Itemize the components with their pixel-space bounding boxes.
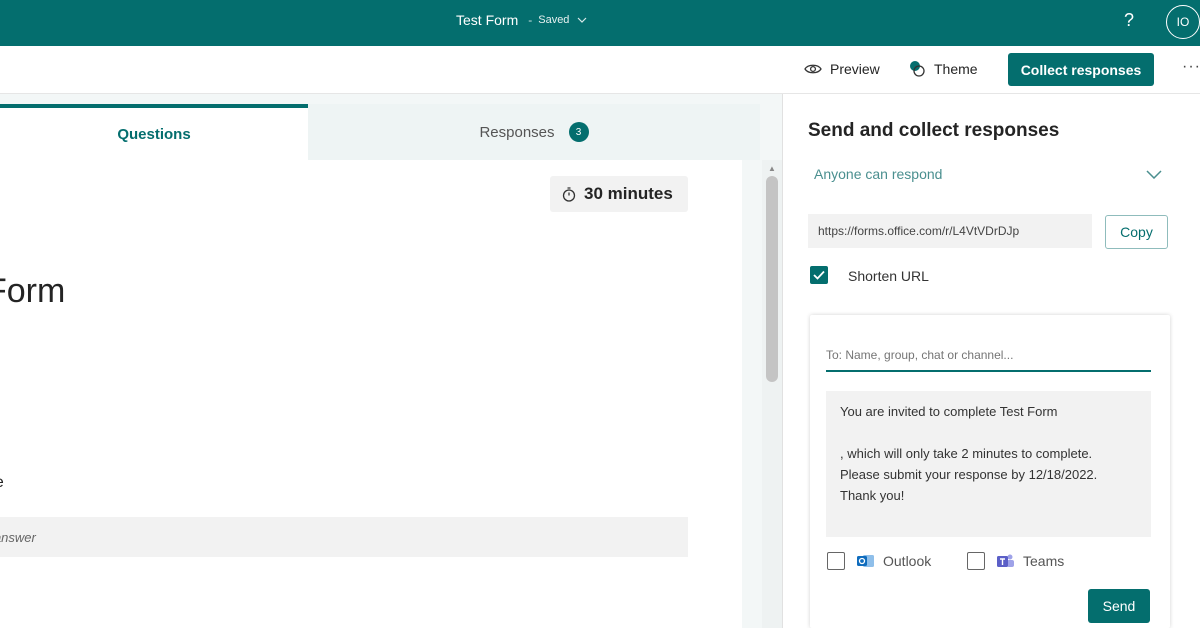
scrollbar-thumb[interactable]: [766, 176, 778, 382]
question-title: ne: [0, 474, 4, 492]
theme-button[interactable]: Theme: [908, 60, 978, 78]
message-gap: [840, 422, 1137, 443]
outlook-label: Outlook: [883, 553, 932, 569]
message-line: , which will only take 2 minutes to comp…: [840, 446, 1093, 461]
shorten-url-label: Shorten URL: [848, 268, 929, 284]
send-button[interactable]: Send: [1088, 589, 1150, 623]
copy-button[interactable]: Copy: [1105, 215, 1168, 249]
form-title-area[interactable]: Test Form - Saved: [456, 12, 587, 28]
chevron-down-icon: [1146, 169, 1162, 179]
tab-responses[interactable]: Responses 3: [308, 104, 760, 160]
audience-value: Anyone can respond: [814, 166, 943, 182]
palette-icon: [908, 60, 926, 78]
theme-label: Theme: [934, 61, 978, 77]
message-line: Thank you!: [840, 488, 905, 503]
answer-input[interactable]: [0, 517, 688, 557]
title-separator: -: [528, 13, 533, 27]
teams-option[interactable]: Teams: [967, 552, 1064, 570]
tab-questions[interactable]: Questions: [0, 104, 308, 160]
panel-title: Send and collect responses: [808, 120, 1060, 141]
answer-placeholder: r answer: [0, 530, 36, 545]
invite-message[interactable]: You are invited to complete Test Form , …: [826, 391, 1151, 537]
message-line: Please submit your response by 12/18/202…: [840, 467, 1098, 482]
tab-questions-label: Questions: [117, 125, 191, 143]
top-bar: Test Form - Saved ? IO: [0, 0, 1200, 46]
share-url-field[interactable]: https://forms.office.com/r/L4VtVDrDJp: [808, 214, 1092, 248]
teams-checkbox[interactable]: [967, 552, 985, 570]
save-status: Saved: [538, 14, 570, 26]
eye-icon: [804, 60, 822, 78]
timer-badge[interactable]: 30 minutes: [550, 176, 688, 212]
outlook-option[interactable]: Outlook: [827, 552, 931, 570]
outlook-checkbox[interactable]: [827, 552, 845, 570]
scroll-up-icon[interactable]: ▲: [766, 164, 778, 173]
shorten-url-checkbox[interactable]: [810, 266, 828, 284]
teams-icon: [997, 553, 1015, 569]
preview-label: Preview: [830, 61, 880, 77]
responses-count-badge: 3: [568, 122, 589, 142]
form-tabs: Questions Responses 3: [0, 104, 760, 160]
form-title[interactable]: Test Form: [456, 12, 518, 28]
tab-responses-label: Responses: [479, 123, 555, 141]
more-options-button[interactable]: ···: [1182, 58, 1200, 76]
outlook-icon: [857, 553, 875, 569]
help-button[interactable]: ?: [1124, 10, 1134, 31]
preview-button[interactable]: Preview: [804, 60, 880, 78]
toolbar: Preview Theme Collect responses ···: [0, 46, 1200, 94]
avatar[interactable]: IO: [1166, 5, 1200, 39]
form-heading[interactable]: Form: [0, 272, 65, 311]
teams-label: Teams: [1023, 553, 1065, 569]
stopwatch-icon: [562, 186, 576, 202]
form-canvas: [0, 160, 742, 628]
timer-label: 30 minutes: [584, 184, 673, 203]
recipient-input[interactable]: [826, 340, 1151, 372]
chevron-down-icon[interactable]: [577, 15, 587, 26]
audience-dropdown[interactable]: Anyone can respond: [808, 154, 1170, 194]
message-line: You are invited to complete Test Form: [840, 404, 1058, 419]
collect-responses-button[interactable]: Collect responses: [1008, 53, 1154, 86]
